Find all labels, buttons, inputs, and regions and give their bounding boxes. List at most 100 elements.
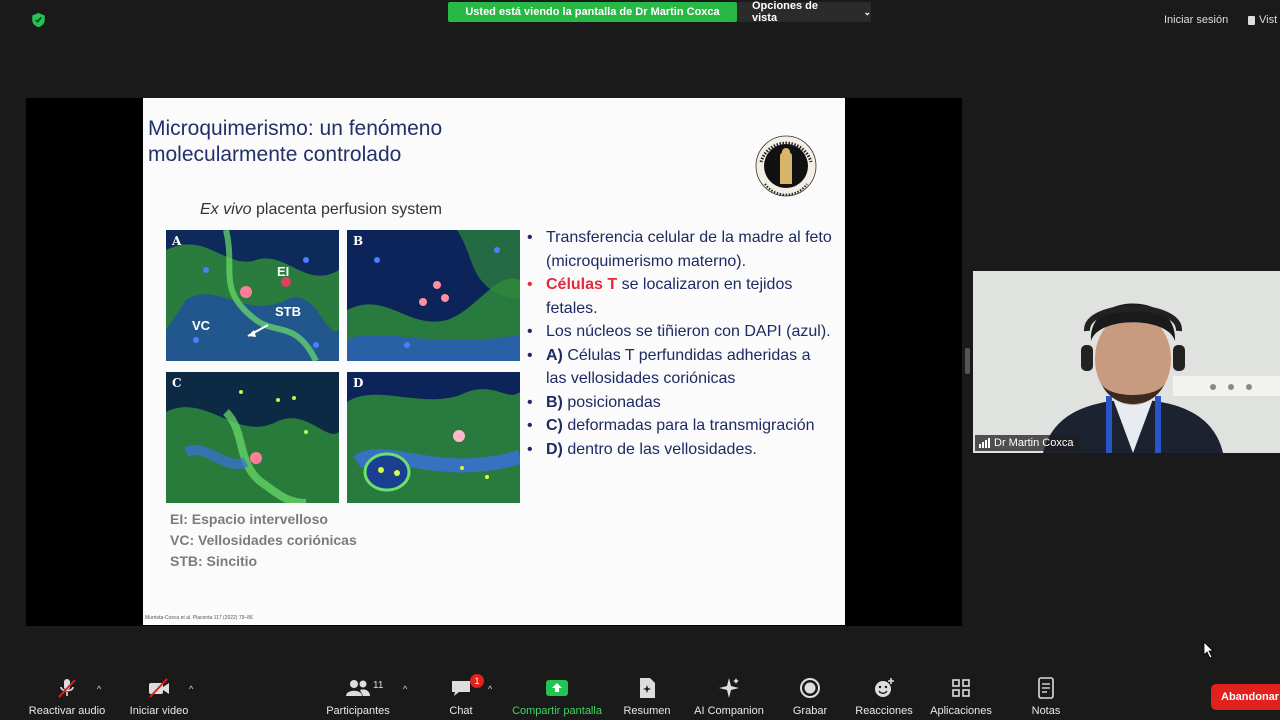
record-icon (797, 677, 823, 699)
start-video-label: Iniciar video (129, 705, 189, 717)
bullet-letter: B) (546, 393, 563, 411)
reactions-label: Reacciones (855, 705, 913, 717)
sparkle-icon (716, 677, 742, 699)
participants-count: 11 (373, 680, 384, 691)
slide-title: Microquimerismo: un fenómeno molecularme… (148, 116, 568, 168)
annotation-stb: STB (275, 304, 301, 319)
view-options-label: Opciones de vista (752, 0, 819, 24)
ai-companion-label: AI Companion (694, 705, 764, 717)
slide-citation: Murrieta-Coxca et al. Placenta 117 (2022… (145, 615, 253, 621)
record-label: Grabar (792, 705, 828, 717)
bullet-item: A) Células T perfundidas adheridas a las… (525, 344, 835, 391)
slide-legend: EI: Espacio intervelloso VC: Vellosidade… (170, 509, 357, 572)
zoom-meeting-window: Usted está viendo la pantalla de Dr Mart… (0, 0, 1280, 720)
bullet-item: Los núcleos se tiñieron con DAPI (azul). (525, 320, 835, 344)
academy-seal-logo (755, 135, 817, 197)
bullet-item: C) deformadas para la transmigración (525, 414, 835, 438)
participants-options-chevron-icon[interactable]: ^ (403, 684, 407, 694)
bullet-highlight: Células T (546, 276, 618, 293)
slide-bullet-list: Transferencia celular de la madre al fet… (525, 226, 835, 461)
micrograph-panel-b: B (347, 230, 520, 361)
camera-off-icon (146, 677, 172, 699)
micrograph-c-image (166, 372, 339, 503)
micrograph-panel-d: D (347, 372, 520, 503)
leave-button[interactable]: Abandonar (1211, 684, 1280, 710)
participants-label: Participantes (326, 705, 390, 717)
notes-label: Notas (1031, 705, 1061, 717)
chat-label: Chat (449, 705, 473, 717)
bullet-text: Transferencia celular de la madre al fet… (546, 229, 832, 270)
chat-unread-badge: 1 (470, 674, 484, 688)
bullet-text: posicionadas (562, 393, 661, 411)
share-screen-button[interactable]: Compartir pantalla (510, 668, 604, 720)
view-options-button[interactable]: Opciones de vista ⌄ (737, 0, 871, 24)
panel-c-label: C (172, 376, 182, 390)
bullet-item: Células T se localizaron en tejidos feta… (525, 273, 835, 320)
chevron-down-icon: ⌄ (863, 6, 871, 17)
panel-resize-handle[interactable] (965, 348, 970, 374)
micrograph-b-image (347, 230, 520, 361)
video-options-chevron-icon[interactable]: ^ (189, 684, 193, 694)
audio-options-chevron-icon[interactable]: ^ (97, 684, 101, 694)
sign-in-button[interactable]: Iniciar sesión (1164, 14, 1228, 26)
summary-button[interactable]: Resumen (622, 668, 672, 720)
summary-label: Resumen (623, 705, 671, 717)
legend-stb: STB: Sincitio (170, 553, 258, 569)
participants-icon (345, 677, 371, 699)
micrograph-panel-c: C (166, 372, 339, 503)
apps-label: Aplicaciones (930, 705, 992, 717)
legend-vc: VC: Vellosidades coriónicas (170, 532, 357, 548)
ai-companion-button[interactable]: AI Companion (690, 668, 768, 720)
record-button[interactable]: Grabar (788, 668, 832, 720)
emoji-reaction-icon (871, 677, 897, 699)
chat-options-chevron-icon[interactable]: ^ (488, 684, 492, 694)
mic-muted-icon (54, 677, 80, 699)
panel-a-label: A (172, 234, 182, 248)
participant-video-tile[interactable]: Dr Martin Coxca (973, 271, 1280, 453)
bullet-item: B) posicionadas (525, 391, 835, 415)
participant-name: Dr Martin Coxca (994, 437, 1074, 449)
signal-strength-icon (979, 438, 990, 448)
panel-b-label: B (353, 234, 364, 248)
bullet-letter: D) (546, 440, 563, 458)
bullet-item: D) dentro de las vellosidades. (525, 438, 835, 462)
notes-icon (1033, 677, 1059, 699)
unmute-button[interactable]: Reactivar audio (26, 668, 108, 720)
mouse-cursor-icon (1203, 641, 1214, 659)
bullet-text: deformadas para la transmigración (562, 417, 815, 434)
share-screen-icon (544, 677, 570, 699)
subtitle-italic: Ex vivo (200, 201, 252, 218)
notes-button[interactable]: Notas (1025, 668, 1067, 720)
slide-subtitle: Ex vivo placenta perfusion system (200, 201, 442, 219)
bullet-item: Transferencia celular de la madre al fet… (525, 226, 835, 273)
meeting-toolbar: Reactivar audio ^ Iniciar video ^ Partic… (0, 668, 1280, 720)
slide-title-line1: Microquimerismo: un fenómeno (148, 117, 443, 140)
annotation-vc: VC (192, 318, 211, 333)
participants-button[interactable]: Participantes (324, 668, 392, 720)
view-button[interactable]: Vist (1248, 14, 1277, 26)
viewing-screen-banner: Usted está viendo la pantalla de Dr Mart… (448, 2, 737, 22)
reactions-button[interactable]: Reacciones (853, 668, 915, 720)
bullet-text: dentro de las vellosidades. (562, 440, 757, 458)
micrograph-panel-a: A EI STB VC (166, 230, 339, 361)
micrograph-a-image (166, 230, 339, 361)
apps-button[interactable]: Aplicaciones (925, 668, 997, 720)
panel-d-label: D (353, 376, 364, 390)
participant-video-image (973, 271, 1280, 453)
top-bar: Usted está viendo la pantalla de Dr Mart… (0, 0, 1280, 40)
bullet-text: Células T perfundidas adheridas a las ve… (546, 346, 811, 388)
bullet-text: Los núcleos se tiñieron con DAPI (azul). (546, 323, 831, 340)
annotation-ei: EI (277, 264, 290, 279)
presentation-slide: Microquimerismo: un fenómeno molecularme… (143, 98, 845, 625)
unmute-label: Reactivar audio (28, 705, 106, 717)
shield-icon[interactable] (31, 12, 46, 28)
subtitle-rest: placenta perfusion system (251, 201, 442, 218)
view-label: Vist (1259, 14, 1278, 26)
slide-title-line2: molecularmente controlado (148, 143, 402, 166)
participant-name-label: Dr Martin Coxca (975, 435, 1080, 451)
summary-document-icon (634, 677, 660, 699)
legend-ei: EI: Espacio intervelloso (170, 511, 328, 527)
share-screen-label: Compartir pantalla (512, 705, 602, 717)
bullet-letter: C) (546, 417, 563, 434)
start-video-button[interactable]: Iniciar video (124, 668, 194, 720)
